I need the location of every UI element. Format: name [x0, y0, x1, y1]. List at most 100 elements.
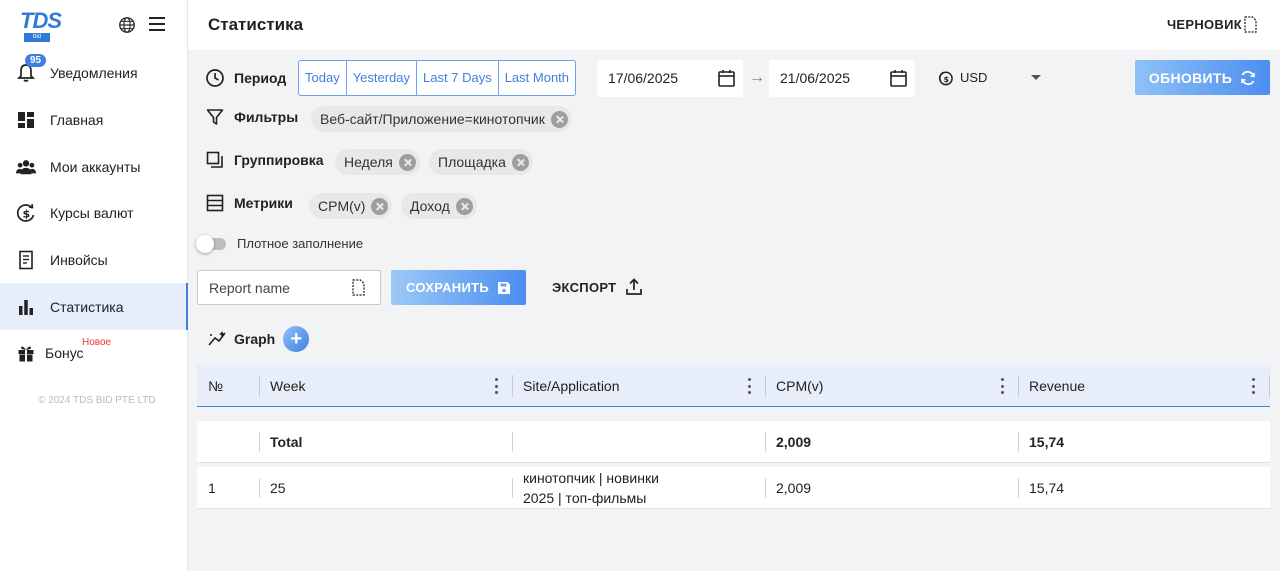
date-to-value: 21/06/2025 [780, 70, 851, 86]
calendar-icon[interactable] [718, 69, 735, 87]
sidebar-item-accounts[interactable]: Мои аккаунты [0, 143, 188, 190]
total-cell-number [197, 421, 260, 462]
period-yesterday-button[interactable]: Yesterday [347, 61, 418, 95]
coins-icon: $ [939, 71, 953, 86]
graph-icon [208, 331, 226, 346]
cell-revenue: 15,74 [1019, 467, 1270, 508]
date-to-field[interactable]: 21/06/2025 [769, 60, 915, 97]
column-header-label: Week [270, 378, 306, 394]
refresh-button[interactable]: ОБНОВИТЬ [1135, 60, 1270, 95]
upload-icon [626, 278, 643, 295]
save-label: СОХРАНИТЬ [406, 280, 489, 295]
currency-exchange-icon: $ [16, 203, 36, 223]
date-from-field[interactable]: 17/06/2025 [597, 60, 743, 97]
column-menu-icon[interactable] [1252, 378, 1256, 394]
export-button[interactable]: ЭКСПОРТ [552, 278, 643, 296]
metrics-chip-label: CPM(v) [318, 198, 366, 214]
filter-chip-label: Веб-сайт/Приложение=кинотопчик [320, 111, 545, 127]
dashboard-icon [16, 110, 36, 130]
arrow-right-icon: → [749, 69, 765, 86]
period-last-7-days-button[interactable]: Last 7 Days [417, 61, 499, 95]
sidebar-item-label: Бонус [45, 345, 84, 362]
users-icon [16, 157, 36, 177]
sidebar-item-statistics[interactable]: Статистика [0, 283, 188, 331]
save-button[interactable]: СОХРАНИТЬ [391, 270, 526, 305]
draft-button[interactable]: ЧЕРНОВИК [1167, 17, 1242, 32]
total-label: Total [270, 433, 303, 450]
column-header-number[interactable]: № [197, 365, 260, 407]
total-cell-cpm: 2,009 [766, 421, 1019, 462]
graph-label: Graph [234, 331, 276, 347]
gift-icon [16, 343, 36, 363]
sidebar-item-notifications[interactable]: 95 Уведомления [0, 50, 188, 97]
calendar-icon[interactable] [890, 69, 907, 87]
column-menu-icon[interactable] [748, 378, 752, 394]
column-menu-icon[interactable] [495, 378, 499, 394]
sidebar-item-currency-rates[interactable]: $ Курсы валют [0, 190, 188, 237]
period-today-button[interactable]: Today [299, 61, 347, 95]
metrics-chip-revenue[interactable]: Доход [401, 193, 477, 219]
sidebar-item-home[interactable]: Главная [0, 97, 188, 144]
total-cell-site [513, 421, 766, 462]
sidebar-item-label: Уведомления [50, 65, 138, 82]
total-cpm: 2,009 [776, 433, 812, 450]
period-label-row: Период [205, 68, 286, 88]
currency-select[interactable]: $ USD [936, 69, 1041, 86]
stats-table: № Week Site/Application CPM(v) Revenue T… [197, 365, 1270, 509]
close-icon[interactable] [398, 153, 416, 171]
period-label: Период [234, 70, 287, 86]
sidebar-item-label: Инвойсы [50, 252, 108, 269]
list-icon [205, 193, 225, 213]
column-header-revenue[interactable]: Revenue [1019, 365, 1270, 407]
column-header-label: CPM(v) [776, 378, 824, 394]
column-header-cpm[interactable]: CPM(v) [766, 365, 1019, 407]
cell-number: 1 [197, 467, 260, 508]
total-revenue: 15,74 [1029, 433, 1065, 450]
draft-file-icon[interactable] [1244, 16, 1257, 33]
row-number: 1 [208, 479, 216, 496]
add-graph-button[interactable]: + [283, 326, 310, 352]
globe-icon[interactable] [118, 16, 136, 34]
filter-icon [205, 107, 225, 127]
column-menu-icon[interactable] [1001, 378, 1005, 394]
filter-chip[interactable]: Веб-сайт/Приложение=кинотопчик [311, 106, 572, 132]
menu-icon[interactable] [149, 17, 165, 31]
notification-count-badge: 95 [25, 54, 47, 67]
grouping-chip-site[interactable]: Площадка [429, 149, 533, 175]
column-header-label: № [208, 378, 224, 394]
tds-logo[interactable]: TDS bid [20, 8, 62, 44]
svg-text:$: $ [944, 75, 950, 84]
new-badge: Новое [82, 337, 112, 349]
copy-icon [205, 150, 225, 170]
close-icon[interactable] [371, 197, 389, 215]
column-header-label: Site/Application [523, 378, 620, 394]
grouping-label-row: Группировка [205, 150, 324, 170]
column-header-week[interactable]: Week [260, 365, 513, 407]
toggle-knob [196, 235, 214, 253]
total-cell-label: Total [260, 421, 513, 462]
metrics-chip-cpm[interactable]: CPM(v) [309, 193, 393, 219]
file-icon [352, 279, 365, 296]
table-row[interactable]: 1 25 кинотопчик | новинки 2025 | топ-фил… [197, 467, 1270, 509]
main-content: Статистика ЧЕРНОВИК Период Today Yesterd… [188, 0, 1280, 571]
close-icon[interactable] [511, 153, 529, 171]
filters-label: Фильтры [234, 109, 299, 125]
sidebar-item-label: Главная [50, 112, 104, 129]
close-icon[interactable] [550, 110, 568, 128]
dense-toggle[interactable] [196, 235, 226, 253]
sidebar-item-bonus[interactable]: Бонус Новое [0, 330, 188, 377]
period-last-month-button[interactable]: Last Month [499, 61, 575, 95]
grouping-label: Группировка [234, 152, 324, 168]
sidebar-item-label: Статистика [50, 298, 124, 315]
column-divider [1269, 375, 1270, 397]
date-from-value: 17/06/2025 [608, 70, 679, 86]
logo-text: TDS [20, 8, 62, 33]
grouping-chip-week[interactable]: Неделя [335, 149, 420, 175]
sidebar-item-invoices[interactable]: Инвойсы [0, 237, 188, 284]
metrics-label-row: Метрики [205, 193, 293, 213]
grouping-chip-label: Площадка [438, 154, 506, 170]
close-icon[interactable] [455, 197, 473, 215]
column-header-site[interactable]: Site/Application [513, 365, 766, 407]
refresh-icon [1241, 70, 1255, 85]
chevron-down-icon [1031, 75, 1041, 80]
